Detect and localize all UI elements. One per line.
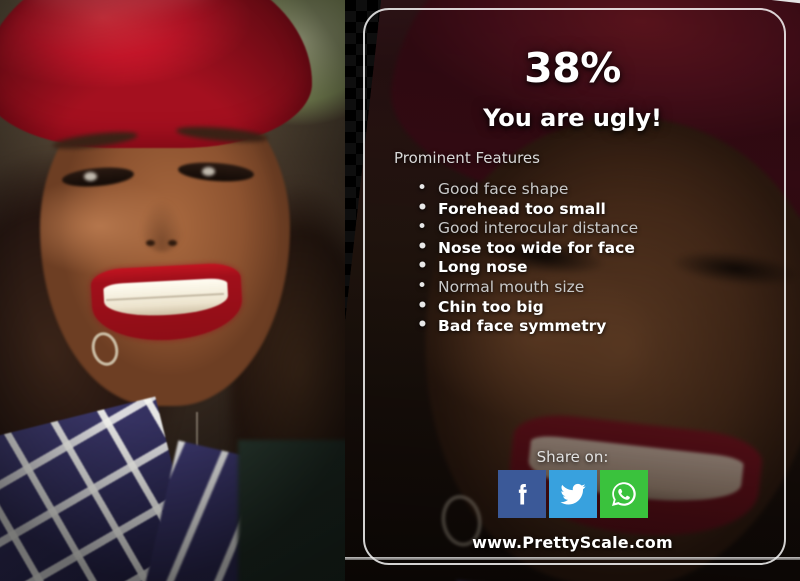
feature-label: Normal mouth size bbox=[438, 277, 585, 296]
social-share-row bbox=[345, 470, 800, 518]
result-content: 38% You are ugly! Prominent Features Goo… bbox=[345, 0, 800, 581]
feature-item: Long nose bbox=[411, 257, 638, 278]
feature-item: Chin too big bbox=[411, 297, 638, 318]
feature-label: Long nose bbox=[438, 258, 528, 277]
feature-item: Normal mouth size bbox=[411, 277, 638, 298]
feature-label: Bad face symmetry bbox=[438, 317, 607, 336]
prominent-features-list: Good face shape Forehead too small Good … bbox=[411, 179, 639, 337]
whatsapp-share-button[interactable] bbox=[599, 470, 648, 518]
feature-item: Nose too wide for face bbox=[411, 238, 638, 259]
whatsapp-icon bbox=[611, 482, 636, 506]
twitter-icon bbox=[560, 483, 585, 505]
eye-shine-left bbox=[84, 172, 97, 181]
share-on-label: Share on: bbox=[536, 448, 609, 466]
footer-website-url: www.PrettyScale.com bbox=[472, 533, 673, 552]
source-photo-panel bbox=[0, 0, 345, 581]
twitter-share-button[interactable] bbox=[548, 470, 597, 518]
beret-highlight bbox=[22, 0, 212, 10]
eye-shine-right bbox=[202, 167, 215, 176]
feature-item: Bad face symmetry bbox=[411, 316, 638, 337]
screenshot-root: O2-UK 23:10 38% You are ugly! Prominent … bbox=[0, 0, 800, 581]
nostril-left bbox=[146, 240, 155, 246]
red-beret bbox=[0, 0, 312, 148]
feature-label: Nose too wide for face bbox=[438, 238, 635, 257]
prominent-features-title: Prominent Features bbox=[394, 149, 540, 167]
feature-label: Chin too big bbox=[438, 297, 544, 316]
coat bbox=[238, 440, 345, 581]
facebook-share-button[interactable] bbox=[497, 470, 546, 518]
feature-item: Good interocular distance bbox=[411, 218, 639, 239]
feature-item: Good face shape bbox=[411, 179, 638, 200]
nostril-right bbox=[168, 240, 177, 246]
score-percentage: 38% bbox=[524, 44, 621, 92]
verdict-headline: You are ugly! bbox=[483, 104, 662, 132]
feature-label: Forehead too small bbox=[438, 199, 606, 218]
feature-label: Good face shape bbox=[438, 180, 569, 198]
result-card-panel: O2-UK 23:10 38% You are ugly! Prominent … bbox=[345, 0, 800, 581]
feature-label: Good interocular distance bbox=[438, 219, 639, 238]
feature-item: Forehead too small bbox=[411, 199, 638, 220]
facebook-icon bbox=[518, 483, 527, 505]
